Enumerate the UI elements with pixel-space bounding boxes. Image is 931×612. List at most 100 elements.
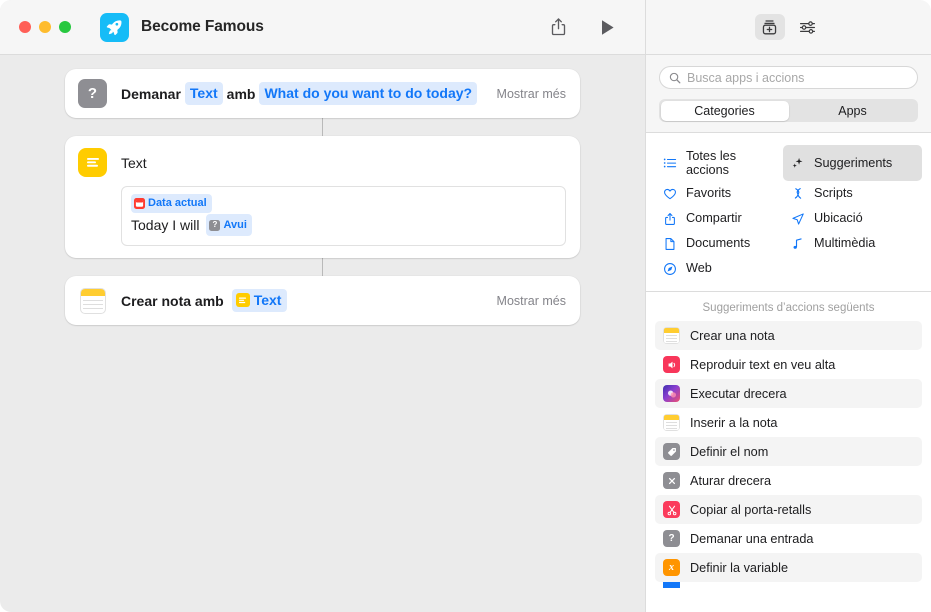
- connector-line: [321, 258, 324, 276]
- text-field-static: Today I will: [131, 217, 200, 233]
- close-button[interactable]: [19, 21, 31, 33]
- shortcuts-window: Become Famous ? Demanar Text amb What do…: [0, 0, 931, 612]
- suggestion-label: Executar drecera: [690, 386, 787, 401]
- partial-icon: [663, 582, 680, 588]
- category-location[interactable]: Ubicació: [783, 206, 922, 231]
- token-today[interactable]: ? Avui: [206, 214, 252, 236]
- category-label: Suggeriments: [814, 155, 893, 170]
- category-suggestions[interactable]: Suggeriments: [783, 145, 922, 181]
- suggestion-ask-input[interactable]: ? Demanar una entrada: [655, 524, 922, 553]
- suggestion-label: Definir el nom: [690, 444, 769, 459]
- category-label: Multimèdia: [814, 236, 876, 250]
- action-card-row: Crear nota amb Text Mostrar més: [65, 276, 580, 325]
- maximize-button[interactable]: [59, 21, 71, 33]
- search-input[interactable]: [687, 70, 909, 85]
- document-icon: [662, 236, 677, 251]
- shortcut-details-button[interactable]: [793, 14, 823, 40]
- editor-pane: Become Famous ? Demanar Text amb What do…: [0, 0, 645, 612]
- category-web[interactable]: Web: [655, 256, 783, 281]
- page-title: Become Famous: [141, 18, 264, 35]
- category-all-actions[interactable]: Totes les accions: [655, 145, 783, 181]
- suggestion-label: Copiar al porta-retalls: [690, 502, 812, 517]
- text-input-field[interactable]: Data actual Today I will ? Avui: [121, 186, 566, 246]
- param-text-type[interactable]: Text: [184, 82, 223, 105]
- suggestion-speak-text[interactable]: Reproduir text en veu alta: [655, 350, 922, 379]
- notes-icon: [663, 414, 680, 431]
- search-box[interactable]: [659, 66, 918, 89]
- minimize-button[interactable]: [39, 21, 51, 33]
- category-label: Scripts: [814, 186, 853, 200]
- action-library-button[interactable]: [754, 14, 785, 40]
- action-description: Demanar Text amb What do you want to do …: [121, 82, 478, 105]
- suggestion-label: Aturar drecera: [690, 473, 772, 488]
- run-button[interactable]: [591, 12, 625, 42]
- calendar-icon: [134, 198, 145, 209]
- action-library-icon: [762, 19, 777, 34]
- action-card-create-note[interactable]: Crear nota amb Text Mostrar més: [65, 276, 580, 325]
- action-card-ask[interactable]: ? Demanar Text amb What do you want to d…: [65, 69, 580, 118]
- window-titlebar: Become Famous: [0, 0, 645, 55]
- tag-icon: [663, 443, 680, 460]
- segmented-control[interactable]: Categories Apps: [659, 99, 918, 122]
- search-container: [646, 55, 931, 99]
- category-label: Ubicació: [814, 211, 863, 225]
- category-label: Web: [686, 261, 712, 275]
- traffic-lights: [19, 21, 71, 33]
- location-icon: [790, 211, 805, 226]
- x-icon: [663, 472, 680, 489]
- suggestion-run-shortcut[interactable]: Executar drecera: [655, 379, 922, 408]
- category-label: Compartir: [686, 211, 742, 225]
- question-glyph: ?: [87, 85, 98, 102]
- tabs-container: Categories Apps: [646, 99, 931, 133]
- show-more-link[interactable]: Mostrar més: [485, 87, 566, 101]
- share-button[interactable]: [541, 12, 575, 42]
- token-current-date[interactable]: Data actual: [131, 194, 212, 213]
- play-icon: [602, 19, 614, 35]
- action-list: ? Demanar Text amb What do you want to d…: [65, 69, 580, 325]
- share-icon: [551, 18, 565, 36]
- suggestion-copy-clipboard[interactable]: Copiar al porta-retalls: [655, 495, 922, 524]
- category-scripts[interactable]: Scripts: [783, 181, 922, 206]
- action-card-row: ? Demanar Text amb What do you want to d…: [65, 69, 580, 118]
- show-more-link[interactable]: Mostrar més: [485, 294, 566, 308]
- suggestion-label: Crear una nota: [690, 328, 775, 343]
- suggestions-list: Suggeriments d’accions següents Crear un…: [646, 292, 931, 612]
- sparkles-icon: [790, 156, 805, 171]
- suggestion-append-note[interactable]: Inserir a la nota: [655, 408, 922, 437]
- compass-icon: [662, 261, 677, 276]
- category-label: Favorits: [686, 186, 732, 200]
- list-icon: [662, 156, 677, 171]
- param-text-variable[interactable]: Text: [231, 289, 288, 312]
- text-field-line-2: Today I will ? Avui: [131, 214, 556, 236]
- category-documents[interactable]: Documents: [655, 231, 783, 256]
- text-icon: [78, 148, 107, 177]
- suggestion-set-variable[interactable]: x Definir la variable: [655, 553, 922, 582]
- library-toolbar: [646, 0, 931, 55]
- token-label: Text: [253, 292, 282, 308]
- category-sharing[interactable]: Compartir: [655, 206, 783, 231]
- connector-line: [321, 118, 324, 136]
- suggestion-partial[interactable]: [655, 582, 922, 588]
- action-middle: amb: [226, 85, 256, 102]
- speaker-icon: [663, 356, 680, 373]
- suggestion-set-name[interactable]: Definir el nom: [655, 437, 922, 466]
- text-field-line-1: Data actual: [131, 194, 556, 213]
- action-card-text[interactable]: Text Data actual Today I will ? Avui: [65, 136, 580, 258]
- suggestion-create-note[interactable]: Crear una nota: [655, 321, 922, 350]
- param-prompt[interactable]: What do you want to do today?: [259, 82, 478, 105]
- category-favorites[interactable]: Favorits: [655, 181, 783, 206]
- suggestion-stop-shortcut[interactable]: Aturar drecera: [655, 466, 922, 495]
- tab-apps[interactable]: Apps: [789, 101, 917, 121]
- categories-grid: Totes les accions Suggeriments Favorits …: [646, 133, 931, 292]
- heart-icon: [662, 186, 677, 201]
- notes-icon: [78, 286, 107, 315]
- tab-categories[interactable]: Categories: [660, 100, 789, 121]
- category-media[interactable]: Multimèdia: [783, 231, 922, 256]
- shortcuts-icon: [663, 385, 680, 402]
- token-label: Data actual: [148, 197, 207, 209]
- workflow-canvas[interactable]: ? Demanar Text amb What do you want to d…: [0, 55, 645, 612]
- category-label: Documents: [686, 236, 751, 250]
- notes-icon: [663, 327, 680, 344]
- suggestion-label: Reproduir text en veu alta: [690, 357, 836, 372]
- search-icon: [669, 72, 681, 83]
